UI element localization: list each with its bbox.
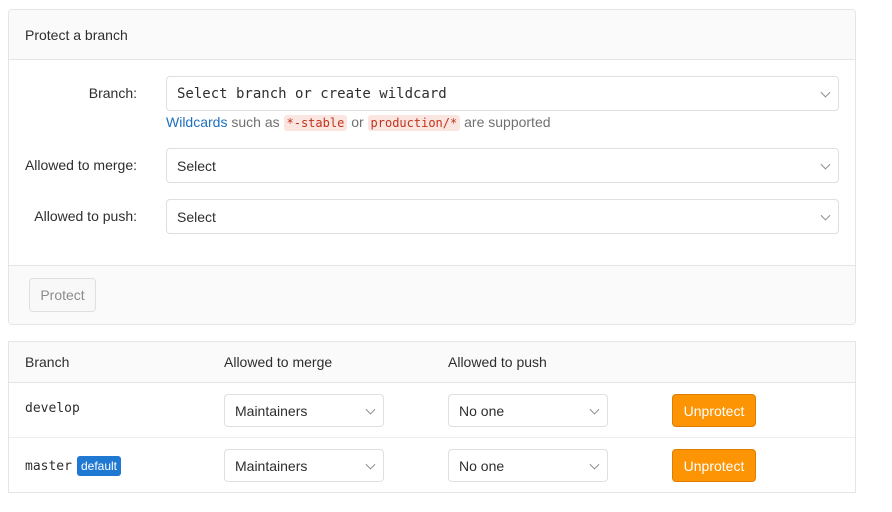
row-push-value: No one bbox=[459, 457, 505, 474]
branch-name: develop bbox=[25, 401, 80, 416]
chevron-down-icon bbox=[589, 404, 600, 415]
unprotect-button[interactable]: Unprotect bbox=[672, 394, 756, 427]
chevron-down-icon bbox=[820, 159, 831, 170]
chevron-down-icon bbox=[365, 404, 376, 415]
branch-name-text: master bbox=[25, 458, 72, 474]
default-badge: default bbox=[76, 456, 121, 476]
help-text-or: or bbox=[351, 114, 364, 130]
chevron-down-icon bbox=[820, 87, 831, 98]
header-branch: Branch bbox=[25, 354, 70, 370]
protect-button[interactable]: Protect bbox=[29, 278, 96, 312]
protected-branches-table: Branch Allowed to merge Allowed to push … bbox=[8, 341, 856, 493]
header-allowed-to-merge: Allowed to merge bbox=[224, 354, 333, 370]
row-push-select[interactable]: No one bbox=[448, 394, 608, 427]
branch-name-text: develop bbox=[25, 401, 80, 416]
help-text-supported: are supported bbox=[464, 114, 551, 130]
push-label: Allowed to push: bbox=[34, 208, 137, 224]
card-header: Protect a branch bbox=[9, 10, 855, 60]
branch-label: Branch: bbox=[88, 85, 137, 101]
wildcards-link[interactable]: Wildcards bbox=[166, 114, 227, 130]
card-footer: Protect bbox=[9, 265, 855, 324]
wildcard-help-text: Wildcards such as *-stable or production… bbox=[166, 114, 551, 131]
card-title: Protect a branch bbox=[25, 26, 128, 43]
row-merge-value: Maintainers bbox=[235, 457, 308, 474]
help-text-such-as: such as bbox=[231, 114, 280, 130]
branch-select[interactable]: Select branch or create wildcard bbox=[166, 76, 839, 111]
code-production: production/* bbox=[367, 115, 461, 131]
push-select[interactable]: Select bbox=[166, 199, 839, 234]
row-push-select[interactable]: No one bbox=[448, 449, 608, 482]
code-stable: *-stable bbox=[283, 115, 348, 131]
row-merge-value: Maintainers bbox=[235, 402, 308, 419]
row-merge-select[interactable]: Maintainers bbox=[224, 394, 384, 427]
merge-select[interactable]: Select bbox=[166, 148, 839, 183]
row-push-value: No one bbox=[459, 402, 505, 419]
table-row: master default Maintainers No one Unprot… bbox=[9, 438, 855, 493]
table-row: develop Maintainers No one Unprotect bbox=[9, 383, 855, 438]
merge-select-value: Select bbox=[177, 157, 216, 174]
protect-branch-card: Protect a branch Branch: Select branch o… bbox=[8, 9, 856, 325]
push-select-value: Select bbox=[177, 208, 216, 225]
header-allowed-to-push: Allowed to push bbox=[448, 354, 547, 370]
chevron-down-icon bbox=[820, 210, 831, 221]
unprotect-button[interactable]: Unprotect bbox=[672, 449, 756, 482]
chevron-down-icon bbox=[589, 459, 600, 470]
branch-select-placeholder: Select branch or create wildcard bbox=[177, 85, 447, 102]
row-merge-select[interactable]: Maintainers bbox=[224, 449, 384, 482]
table-header: Branch Allowed to merge Allowed to push bbox=[9, 342, 855, 383]
chevron-down-icon bbox=[365, 459, 376, 470]
merge-label: Allowed to merge: bbox=[24, 157, 137, 173]
branch-name: master default bbox=[25, 456, 121, 476]
